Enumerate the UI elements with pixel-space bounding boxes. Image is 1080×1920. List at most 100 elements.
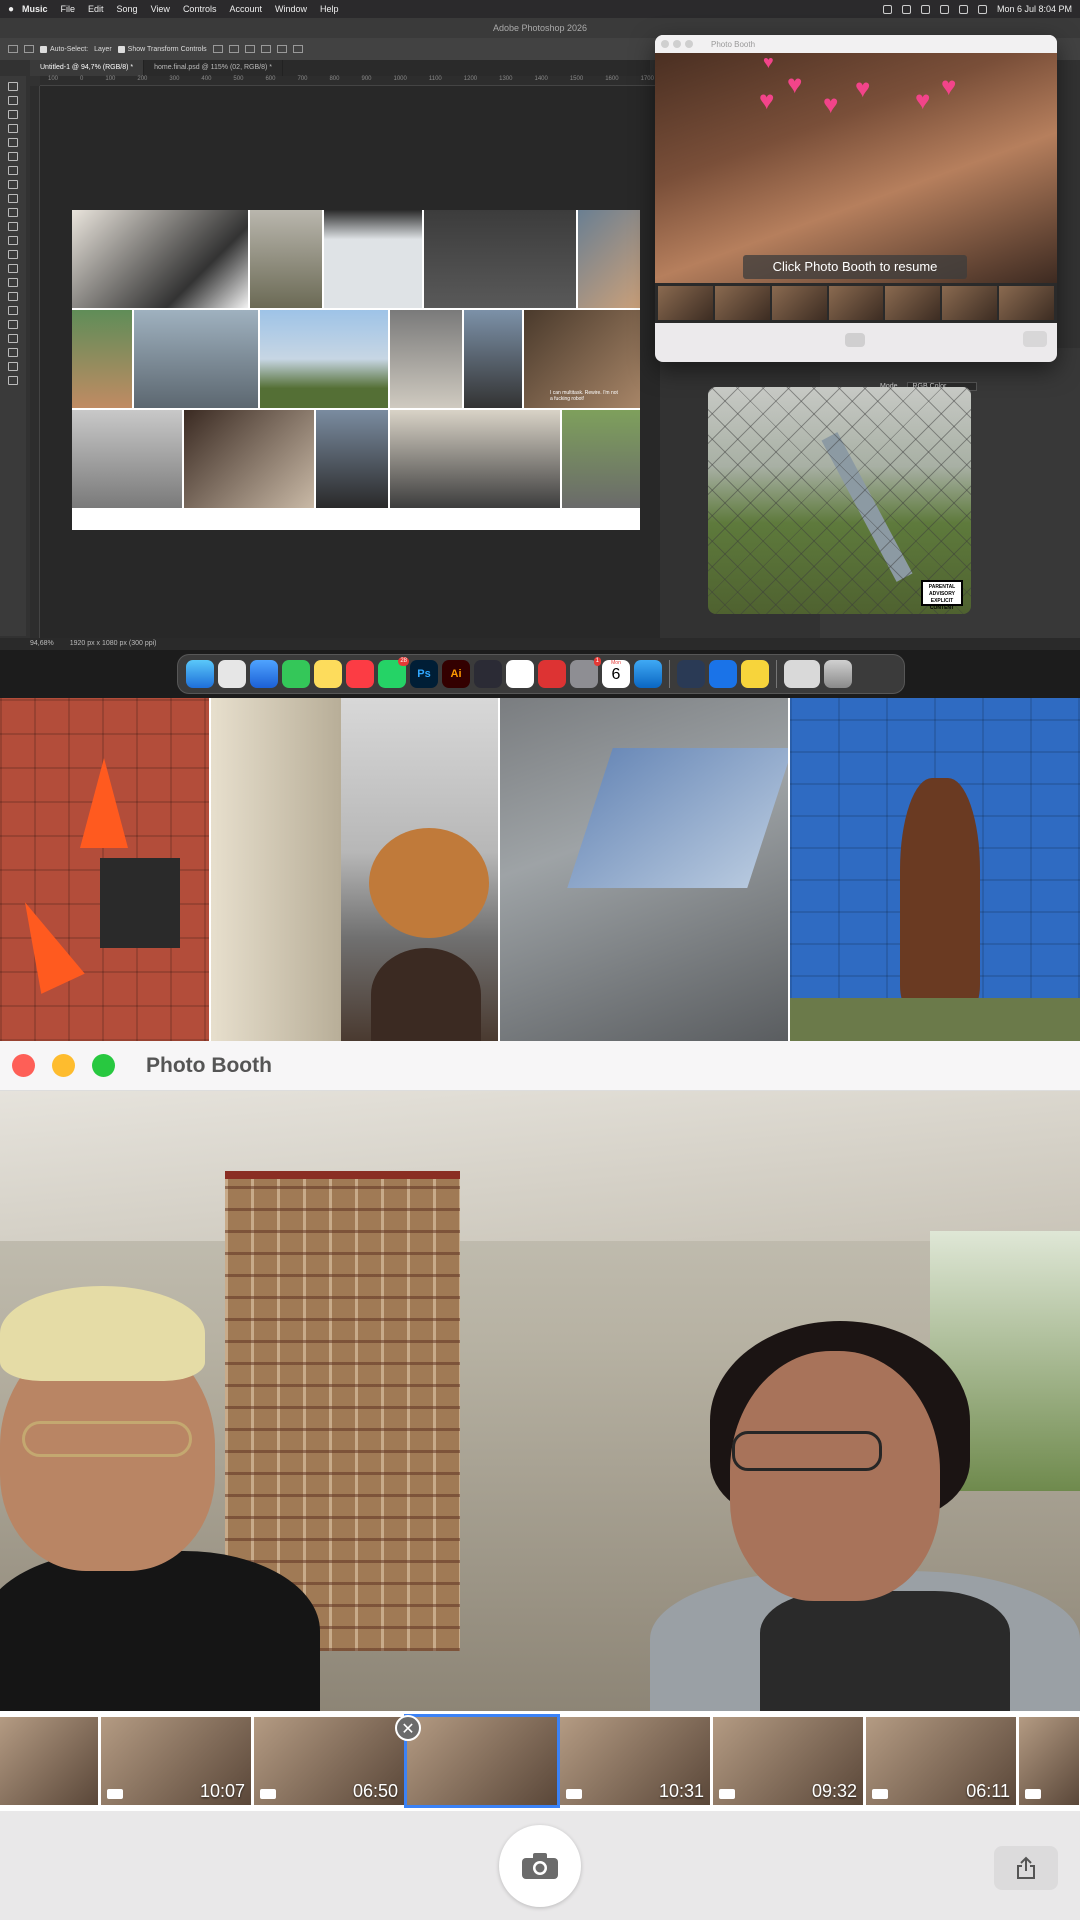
video-thumbnail[interactable]: 10:07 bbox=[101, 1717, 251, 1805]
launchpad-icon[interactable] bbox=[218, 660, 246, 688]
control-center-icon[interactable] bbox=[977, 4, 987, 14]
healing-brush-icon[interactable] bbox=[8, 180, 18, 189]
clock[interactable]: Mon 6 Jul 8:04 PM bbox=[997, 4, 1072, 14]
photo-booth-icon[interactable] bbox=[538, 660, 566, 688]
photo-blue-wall[interactable] bbox=[789, 698, 1080, 1041]
photo-traffic-cones[interactable] bbox=[0, 698, 209, 1041]
selected-video-thumbnail[interactable]: ✕ bbox=[395, 1714, 560, 1808]
video-thumbnail[interactable]: 10:31 bbox=[560, 1717, 710, 1805]
whatsapp-icon[interactable]: 28 bbox=[378, 657, 409, 688]
wifi-icon[interactable] bbox=[920, 4, 930, 14]
camera-icon[interactable] bbox=[845, 333, 865, 347]
eyedropper-icon[interactable] bbox=[8, 166, 18, 175]
menu-view[interactable]: View bbox=[151, 4, 170, 14]
canvas-area[interactable]: I can multitask. Rewire. I'm not a fucki… bbox=[40, 86, 660, 644]
mini-thumbnail[interactable] bbox=[771, 286, 827, 320]
zoom-tool-icon[interactable] bbox=[8, 362, 18, 371]
video-thumbnail[interactable]: 06:50 bbox=[254, 1717, 404, 1805]
brush-tool-icon[interactable] bbox=[8, 194, 18, 203]
marquee-tool-icon[interactable] bbox=[8, 96, 18, 105]
illustrator-icon[interactable]: Ai bbox=[442, 660, 470, 688]
menu-edit[interactable]: Edit bbox=[88, 4, 104, 14]
magic-wand-icon[interactable] bbox=[8, 124, 18, 133]
zoom-button[interactable] bbox=[685, 40, 693, 48]
creative-cloud-icon[interactable] bbox=[882, 4, 892, 14]
search-icon[interactable] bbox=[958, 4, 968, 14]
more-options-icon[interactable] bbox=[276, 45, 287, 53]
history-brush-icon[interactable] bbox=[8, 222, 18, 231]
align-left-icon[interactable] bbox=[212, 45, 223, 53]
trash-icon[interactable] bbox=[824, 660, 852, 688]
menu-file[interactable]: File bbox=[61, 4, 76, 14]
align-center-icon[interactable] bbox=[228, 45, 239, 53]
mini-thumbnail[interactable] bbox=[714, 286, 770, 320]
move-tool-icon[interactable] bbox=[24, 45, 34, 53]
finder-icon[interactable] bbox=[186, 660, 214, 688]
align-right-icon[interactable] bbox=[244, 45, 255, 53]
blur-tool-icon[interactable] bbox=[8, 264, 18, 273]
layer-select[interactable]: Layer bbox=[94, 46, 112, 53]
menu-help[interactable]: Help bbox=[320, 4, 339, 14]
davinci-resolve-icon[interactable] bbox=[474, 660, 502, 688]
stickies-icon[interactable] bbox=[741, 660, 769, 688]
calendar-icon[interactable]: Mon 6 bbox=[602, 660, 630, 688]
photo-car[interactable] bbox=[500, 698, 788, 1041]
quicktime-icon[interactable] bbox=[709, 660, 737, 688]
auto-select-checkbox[interactable]: Auto-Select: bbox=[40, 45, 88, 53]
close-button[interactable] bbox=[661, 40, 669, 48]
color-swatch-icon[interactable] bbox=[8, 376, 18, 385]
crop-tool-icon[interactable] bbox=[8, 138, 18, 147]
gradient-tool-icon[interactable] bbox=[8, 250, 18, 259]
photoshop-icon[interactable]: Ps bbox=[410, 660, 438, 688]
hand-tool-icon[interactable] bbox=[8, 348, 18, 357]
minimize-button[interactable] bbox=[673, 40, 681, 48]
share-icon[interactable] bbox=[1023, 331, 1047, 347]
menu-app-name[interactable]: Music bbox=[22, 4, 48, 14]
stamp-tool-icon[interactable] bbox=[8, 208, 18, 217]
menu-controls[interactable]: Controls bbox=[183, 4, 217, 14]
distribute-icon[interactable] bbox=[260, 45, 271, 53]
video-thumbnail[interactable] bbox=[1019, 1717, 1079, 1805]
pen-tool-icon[interactable] bbox=[8, 292, 18, 301]
bluetooth-icon[interactable] bbox=[901, 4, 911, 14]
minimize-button[interactable] bbox=[52, 1054, 75, 1077]
menu-song[interactable]: Song bbox=[117, 4, 138, 14]
safari-icon[interactable] bbox=[250, 660, 278, 688]
close-button[interactable] bbox=[12, 1054, 35, 1077]
video-thumbnail[interactable]: 06:11 bbox=[866, 1717, 1016, 1805]
album-artwork[interactable]: PARENTAL ADVISORY EXPLICIT CONTENT bbox=[708, 387, 971, 614]
system-settings-icon[interactable]: 1 bbox=[570, 657, 601, 688]
notes-icon[interactable] bbox=[314, 660, 342, 688]
dodge-tool-icon[interactable] bbox=[8, 278, 18, 287]
eraser-icon[interactable] bbox=[8, 236, 18, 245]
mini-thumbnail[interactable] bbox=[999, 286, 1055, 320]
tab-untitled[interactable]: Untitled-1 @ 94,7% (RGB/8) * bbox=[30, 60, 145, 76]
gear-icon[interactable] bbox=[292, 45, 303, 53]
tab-home-final[interactable]: home.final.psd @ 115% (02, RGB/8) * bbox=[144, 60, 283, 76]
photo-booth-mini-window[interactable]: Photo Booth ♥ ♥ ♥ ♥ ♥ ♥ ♥ Click Photo Bo… bbox=[655, 35, 1057, 362]
take-photo-button[interactable] bbox=[499, 1825, 581, 1907]
shape-tool-icon[interactable] bbox=[8, 334, 18, 343]
path-select-icon[interactable] bbox=[8, 320, 18, 329]
apple-icon[interactable]: ● bbox=[8, 4, 22, 15]
mini-thumbnail[interactable] bbox=[828, 286, 884, 320]
home-icon[interactable] bbox=[8, 45, 18, 53]
downloads-stack-icon[interactable] bbox=[784, 660, 820, 688]
facetime-icon[interactable] bbox=[282, 660, 310, 688]
menu-account[interactable]: Account bbox=[229, 4, 262, 14]
menu-window[interactable]: Window bbox=[275, 4, 307, 14]
keynote-icon[interactable] bbox=[634, 660, 662, 688]
share-button[interactable] bbox=[994, 1846, 1058, 1890]
mini-thumbnail[interactable] bbox=[885, 286, 941, 320]
lasso-tool-icon[interactable] bbox=[8, 110, 18, 119]
zoom-level[interactable]: 94,68% bbox=[30, 640, 54, 647]
photo-balcony[interactable] bbox=[210, 698, 499, 1041]
chatgpt-icon[interactable] bbox=[506, 660, 534, 688]
screen-capture-icon[interactable] bbox=[677, 660, 705, 688]
type-tool-icon[interactable] bbox=[8, 306, 18, 315]
fullscreen-button[interactable] bbox=[92, 1054, 115, 1077]
transform-controls-checkbox[interactable]: Show Transform Controls bbox=[117, 45, 207, 53]
delete-thumbnail-button[interactable]: ✕ bbox=[395, 1715, 421, 1741]
video-thumbnail[interactable]: 09:32 bbox=[713, 1717, 863, 1805]
mini-thumbnail[interactable] bbox=[658, 286, 713, 320]
